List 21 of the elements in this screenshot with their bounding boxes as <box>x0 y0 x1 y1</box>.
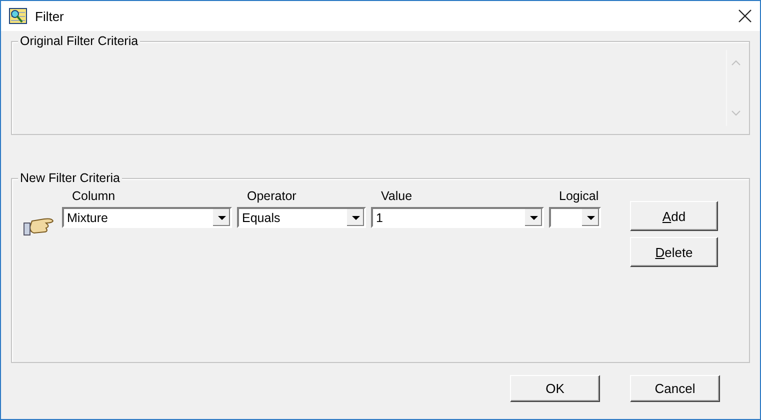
caret-icon[interactable] <box>586 216 594 220</box>
dropdown[interactable]: 1 <box>371 207 544 228</box>
caret-icon[interactable] <box>218 216 226 220</box>
window-title: Filter <box>35 8 65 24</box>
app-icon <box>9 8 27 24</box>
cancel-button[interactable]: Cancel <box>630 375 720 402</box>
action-button[interactable]: Add <box>630 201 718 231</box>
field-label: Operator <box>246 188 298 205</box>
field-label: Value <box>380 188 414 205</box>
field-label: Column <box>71 188 116 205</box>
dropdown[interactable]: Mixture <box>62 207 232 228</box>
dropdown[interactable]: Equals <box>237 207 366 228</box>
group-title: New Filter Criteria <box>18 171 122 185</box>
group-title: Original Filter Criteria <box>18 34 140 48</box>
close-icon[interactable] <box>738 9 752 23</box>
ok-button[interactable]: OK <box>510 375 600 402</box>
caret-icon[interactable] <box>530 216 538 220</box>
field-label: Logical <box>558 188 600 205</box>
action-button[interactable]: Delete <box>630 237 718 267</box>
caret-icon[interactable] <box>352 216 360 220</box>
dropdown[interactable] <box>549 207 601 228</box>
